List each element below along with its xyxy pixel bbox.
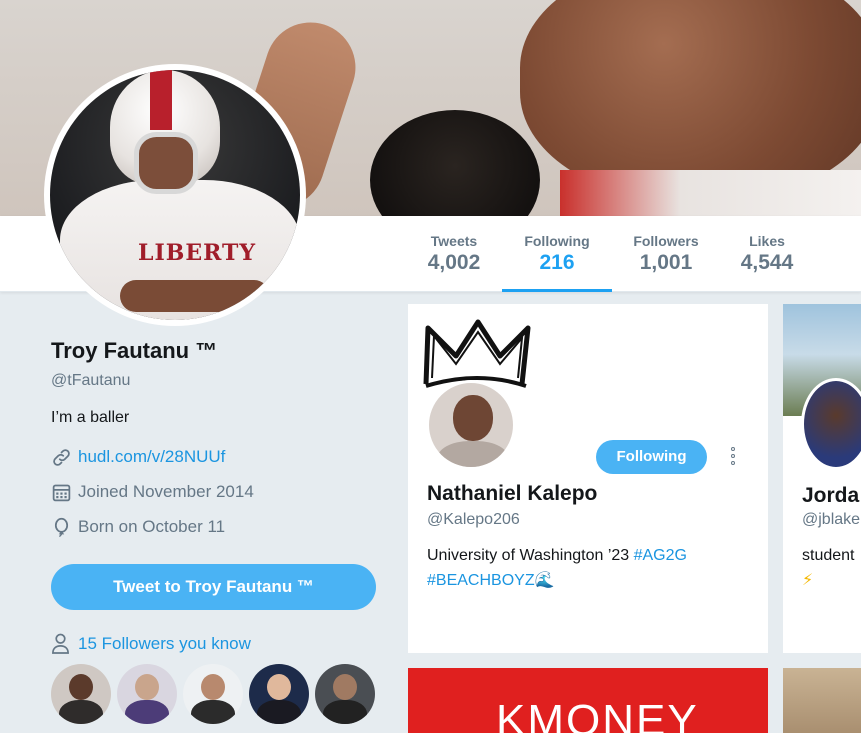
header-photo-shirt	[560, 170, 861, 216]
calendar-icon	[52, 484, 71, 501]
follower-avatar[interactable]	[183, 664, 243, 724]
stat-label: Tweets	[430, 233, 478, 249]
user-card-bio-text: University of Washington ’23	[427, 547, 634, 564]
stat-likes[interactable]: Likes 4,544	[724, 216, 810, 292]
user-card[interactable]: Jorda @jblake student ⚡	[783, 304, 861, 653]
stat-value: 216	[539, 251, 575, 274]
more-options-icon[interactable]	[726, 444, 740, 470]
profile-link-text[interactable]: hudl.com/v/28NUUf	[78, 447, 225, 467]
profile-joined-text: Joined November 2014	[78, 482, 254, 501]
wave-emoji: 🌊	[534, 572, 555, 589]
follower-avatar[interactable]	[117, 664, 177, 724]
user-card[interactable]: Following Nathaniel Kalepo @Kalepo206 Un…	[408, 304, 768, 653]
stat-value: 1,001	[639, 251, 693, 274]
avatar-arm	[120, 280, 270, 312]
follower-avatar[interactable]	[315, 664, 375, 724]
user-card-name[interactable]: Jorda	[802, 484, 859, 508]
user-card-handle[interactable]: @jblake	[802, 511, 860, 529]
avatar-face	[134, 132, 198, 194]
profile-avatar-image: LIBERTY	[50, 70, 300, 320]
lightning-emoji: ⚡	[802, 572, 814, 589]
profile-name[interactable]: Troy Fautanu ™	[51, 338, 381, 364]
avatar-helmet-stripe	[150, 70, 172, 130]
hashtag-link[interactable]: #AG2G	[634, 547, 687, 564]
stat-value: 4,544	[740, 251, 794, 274]
profile-handle[interactable]: @tFautanu	[51, 372, 381, 390]
user-card-avatar[interactable]	[426, 380, 516, 470]
user-card-avatar[interactable]	[801, 378, 861, 470]
profile-bio: I’m a baller	[51, 409, 130, 426]
stat-label: Followers	[633, 233, 699, 249]
stat-following[interactable]: Following 216	[502, 216, 612, 292]
following-button[interactable]: Following	[596, 440, 707, 474]
hashtag-link[interactable]: #BEACHBOYZ	[427, 572, 535, 589]
stat-label: Following	[524, 233, 590, 249]
user-card-bio: University of Washington ’23 #AG2G #BEACH…	[427, 543, 747, 593]
followers-you-know-avatars	[51, 664, 381, 724]
profile-born: Born on October 11	[51, 516, 381, 538]
avatar-jersey-text: LIBERTY	[138, 240, 257, 266]
stat-tweets[interactable]: Tweets 4,002	[410, 216, 498, 292]
profile-born-text: Born on October 11	[78, 517, 226, 536]
profile-info: Troy Fautanu ™ @tFautanu I’m a baller hu…	[51, 338, 381, 538]
tweet-to-button[interactable]: Tweet to Troy Fautanu ™	[51, 564, 376, 610]
user-card-header-photo[interactable]	[783, 668, 861, 733]
profile-link[interactable]: hudl.com/v/28NUUf	[51, 446, 381, 468]
followers-you-know-text[interactable]: 15 Followers you know	[78, 634, 251, 654]
header-photo-hair	[370, 110, 540, 216]
profile-avatar[interactable]: LIBERTY	[44, 64, 306, 326]
balloon-icon	[54, 517, 69, 537]
follower-avatar[interactable]	[51, 664, 111, 724]
user-card-bio-text: student	[802, 547, 855, 564]
followers-you-know-link[interactable]: 15 Followers you know	[51, 633, 251, 654]
user-icon	[52, 633, 69, 654]
user-card-name[interactable]: Nathaniel Kalepo	[427, 482, 597, 506]
stat-label: Likes	[749, 233, 785, 249]
user-card-header-photo[interactable]: KMONEY	[408, 668, 768, 733]
user-card-bio: student ⚡	[802, 543, 861, 593]
kmoney-banner-text: KMONEY	[496, 696, 699, 733]
link-icon	[53, 448, 70, 466]
profile-joined: Joined November 2014	[51, 481, 381, 503]
stat-followers[interactable]: Followers 1,001	[620, 216, 712, 292]
stat-value: 4,002	[427, 251, 481, 274]
user-card-handle[interactable]: @Kalepo206	[427, 511, 520, 529]
follower-avatar[interactable]	[249, 664, 309, 724]
